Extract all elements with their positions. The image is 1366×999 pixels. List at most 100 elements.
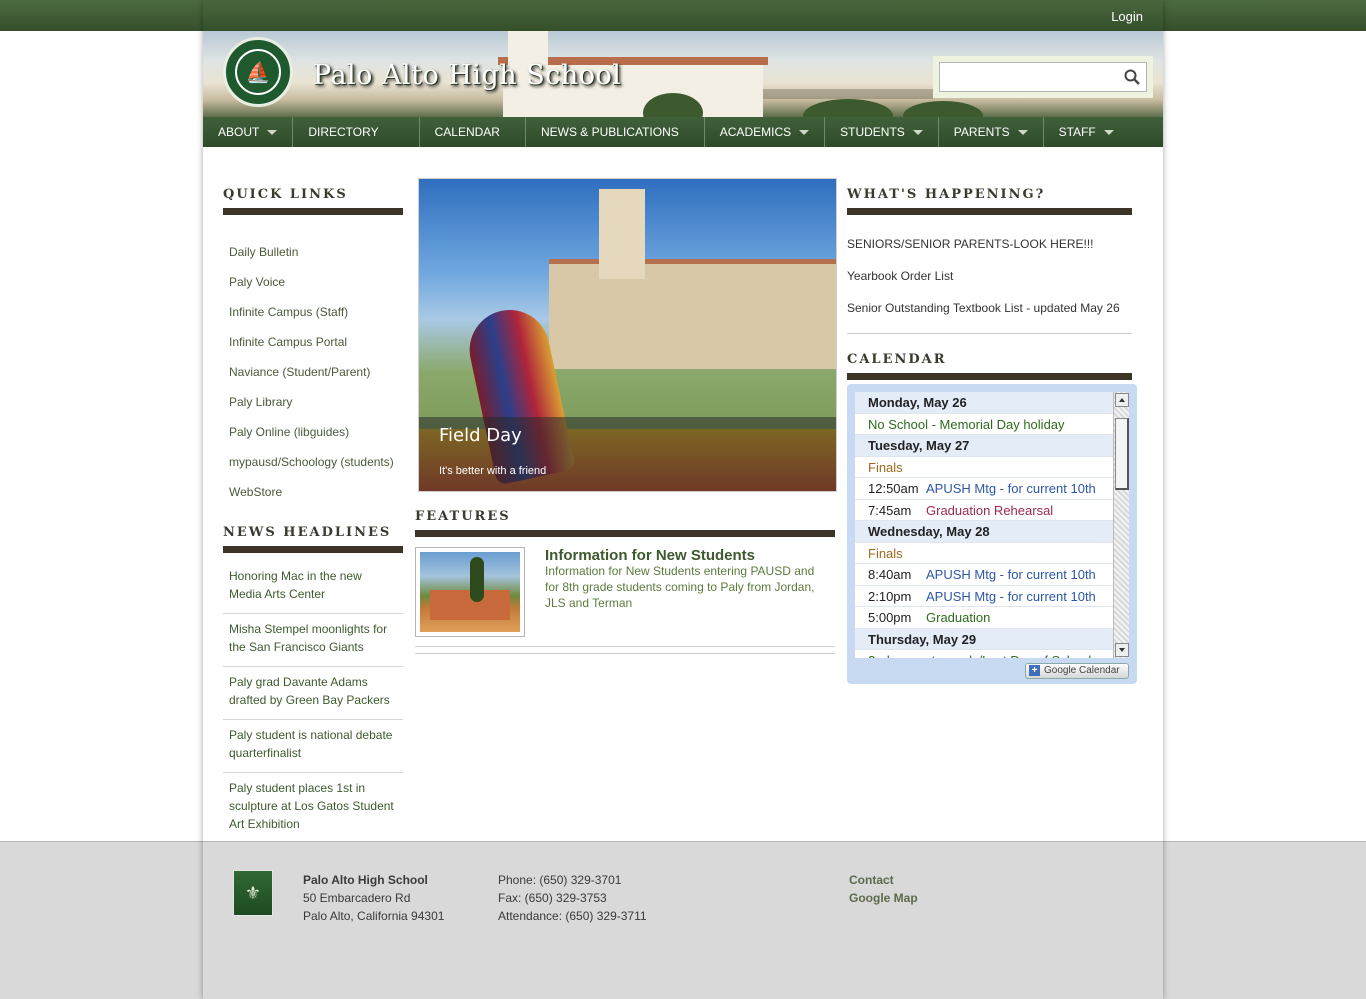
banner-windows: [763, 89, 933, 99]
calendar-event[interactable]: Finals: [855, 457, 1113, 478]
footer: ⚜ Palo Alto High School 50 Embarcadero R…: [203, 841, 1163, 999]
search-input[interactable]: [939, 62, 1147, 92]
calendar-date-row: Thursday, May 29: [855, 628, 1113, 650]
slide-photo-building: [549, 264, 836, 369]
feature-title[interactable]: Information for New Students: [545, 547, 755, 564]
calendar-widget: Monday, May 26 No School - Memorial Day …: [847, 384, 1137, 684]
event-title: APUSH Mtg - for current 10th: [926, 567, 1096, 582]
school-seal-logo[interactable]: ⛵: [223, 37, 293, 107]
calendar-event[interactable]: No School - Memorial Day holiday: [855, 414, 1113, 435]
scroll-up-icon[interactable]: [1115, 393, 1129, 407]
calendar-event[interactable]: 2:10pm APUSH Mtg - for current 10th: [855, 586, 1113, 607]
nav-academics[interactable]: ACADEMICS: [705, 117, 826, 147]
happening-item[interactable]: Senior Outstanding Textbook List - updat…: [847, 299, 1132, 317]
dropdown-arrow-icon: [912, 130, 923, 136]
top-bar: Login: [203, 0, 1163, 31]
nav-label: STUDENTS: [840, 125, 905, 139]
plus-icon: +: [1029, 665, 1040, 676]
nav-staff[interactable]: STAFF: [1044, 117, 1129, 147]
news-headlines-heading: NEWS HEADLINES: [223, 525, 403, 553]
slide-caption: Field Day It's better with a friend: [419, 417, 836, 491]
calendar-scrollbar[interactable]: [1113, 392, 1129, 658]
happening-item[interactable]: SENIORS/SENIOR PARENTS-LOOK HERE!!!: [847, 235, 1132, 253]
dropdown-arrow-icon: [1103, 130, 1114, 136]
left-column: QUICK LINKS Daily Bulletin Paly Voice In…: [223, 187, 403, 844]
banner-tree: [803, 99, 893, 117]
calendar-date-row: Monday, May 26: [855, 392, 1113, 414]
banner-tree: [903, 101, 983, 117]
login-link[interactable]: Login: [1111, 9, 1143, 24]
features-heading: FEATURES: [415, 509, 835, 537]
quick-link[interactable]: Infinite Campus Portal: [223, 333, 403, 351]
happening-item[interactable]: Yearbook Order List: [847, 267, 1132, 285]
calendar-event[interactable]: 8:40am APUSH Mtg - for current 10th: [855, 564, 1113, 586]
news-item[interactable]: Honoring Mac in the new Media Arts Cente…: [223, 561, 403, 614]
slide-title: Field Day: [439, 425, 522, 446]
nav-about[interactable]: ABOUT: [203, 117, 294, 147]
calendar-event[interactable]: 12:50am APUSH Mtg - for current 10th: [855, 478, 1113, 500]
right-column: WHAT'S HAPPENING? SENIORS/SENIOR PARENTS…: [847, 187, 1132, 380]
feature-thumbnail[interactable]: [415, 547, 525, 637]
event-time: 2:10pm: [868, 588, 912, 604]
quick-link[interactable]: Infinite Campus (Staff): [223, 303, 403, 321]
nav-directory[interactable]: DIRECTORY: [293, 117, 420, 147]
footer-school-name: Palo Alto High School: [303, 873, 428, 887]
featured-slideshow[interactable]: Field Day It's better with a friend: [418, 178, 837, 492]
search-icon[interactable]: [1123, 68, 1141, 86]
nav-label: DIRECTORY: [308, 125, 379, 139]
calendar-heading: CALENDAR: [847, 352, 1132, 380]
feature-item: Information for New Students Information…: [415, 547, 835, 647]
quick-link[interactable]: Paly Library: [223, 393, 403, 411]
feature-image-tree: [470, 557, 484, 602]
quick-link[interactable]: Naviance (Student/Parent): [223, 363, 403, 381]
nav-news-publications[interactable]: NEWS & PUBLICATIONS: [526, 117, 705, 147]
nav-label: ABOUT: [218, 125, 260, 139]
scroll-thumb[interactable]: [1115, 418, 1129, 490]
news-item[interactable]: Paly grad Davante Adams drafted by Green…: [223, 667, 403, 720]
calendar-event[interactable]: 5:00pm Graduation: [855, 607, 1113, 629]
slide-subtitle: It's better with a friend: [439, 465, 547, 477]
whats-happening-heading: WHAT'S HAPPENING?: [847, 187, 1132, 215]
nav-label: ACADEMICS: [719, 125, 792, 139]
calendar-event[interactable]: 7:45am Graduation Rehearsal: [855, 500, 1113, 521]
event-time: 7:45am: [868, 502, 912, 518]
slide-photo-tower: [599, 189, 645, 279]
school-crest-icon: ⚜: [233, 870, 273, 916]
site-title[interactable]: Palo Alto High School: [313, 60, 621, 91]
nav-label: NEWS & PUBLICATIONS: [540, 125, 679, 139]
nav-parents[interactable]: PARENTS: [939, 117, 1044, 147]
calendar-event[interactable]: 2nd semester ends/Last Day of School: [855, 650, 1113, 658]
quick-link[interactable]: WebStore: [223, 483, 403, 501]
viking-ship-icon: ⛵: [235, 49, 281, 95]
quick-links-heading: QUICK LINKS: [223, 187, 403, 215]
scroll-down-icon[interactable]: [1115, 643, 1129, 657]
header-banner: ⛵ Palo Alto High School: [203, 31, 1163, 117]
news-item[interactable]: Misha Stempel moonlights for the San Fra…: [223, 614, 403, 667]
nav-label: CALENDAR: [434, 125, 500, 139]
main-nav: ABOUT DIRECTORY CALENDAR NEWS & PUBLICAT…: [203, 117, 1163, 147]
footer-phone: Phone: (650) 329-3701: [498, 873, 622, 887]
google-calendar-button[interactable]: + Google Calendar: [1025, 663, 1129, 679]
news-item[interactable]: Paly student is national debate quarterf…: [223, 720, 403, 773]
nav-calendar[interactable]: CALENDAR: [420, 117, 526, 147]
footer-contact-link[interactable]: Contact: [849, 871, 894, 889]
dropdown-arrow-icon: [1017, 130, 1028, 136]
quick-link[interactable]: Paly Online (libguides): [223, 423, 403, 441]
quick-link[interactable]: Daily Bulletin: [223, 243, 403, 261]
features-section: FEATURES Information for New Students In…: [415, 509, 835, 654]
divider: [415, 653, 835, 654]
footer-google-map-link[interactable]: Google Map: [849, 889, 918, 907]
quick-link[interactable]: Paly Voice: [223, 273, 403, 291]
news-item[interactable]: Paly student places 1st in sculpture at …: [223, 773, 403, 844]
feature-description: Information for New Students entering PA…: [545, 564, 815, 610]
calendar-date-row: Tuesday, May 27: [855, 435, 1113, 457]
feature-image: [420, 552, 520, 632]
dropdown-arrow-icon: [799, 130, 810, 136]
calendar-agenda[interactable]: Monday, May 26 No School - Memorial Day …: [855, 392, 1113, 658]
nav-students[interactable]: STUDENTS: [825, 117, 939, 147]
quick-link[interactable]: mypausd/Schoology (students): [223, 453, 403, 471]
calendar-event[interactable]: Finals: [855, 543, 1113, 564]
